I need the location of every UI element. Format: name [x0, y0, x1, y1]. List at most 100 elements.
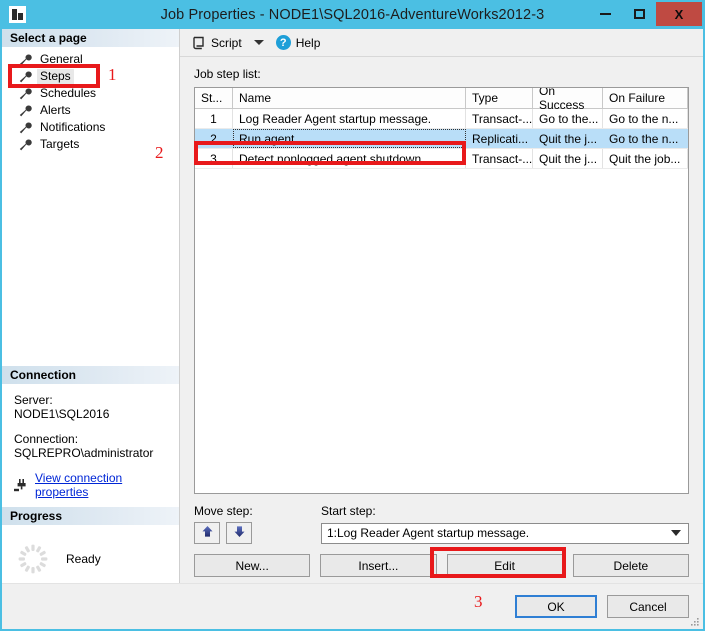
- server-value: NODE1\SQL2016: [14, 407, 110, 421]
- job-step-list[interactable]: St... Name Type On Success On Failure 1 …: [194, 87, 689, 494]
- table-row[interactable]: 1 Log Reader Agent startup message. Tran…: [195, 109, 688, 129]
- left-pane: Select a page General Steps Schedules Al…: [2, 29, 180, 583]
- sidebar-item-alerts[interactable]: Alerts: [2, 102, 179, 119]
- column-header-name[interactable]: Name: [233, 88, 466, 108]
- sidebar-item-general[interactable]: General: [2, 51, 179, 68]
- progress-header: Progress: [2, 507, 179, 525]
- control-row: 1:Log Reader Agent startup message.: [194, 522, 689, 544]
- maximize-icon: [634, 9, 645, 19]
- cell-type: Replicati...: [466, 129, 533, 148]
- chevron-down-icon[interactable]: [253, 40, 264, 45]
- view-connection-properties-link[interactable]: View connection properties: [35, 471, 169, 499]
- sidebar-item-label: Schedules: [40, 86, 97, 100]
- sidebar-item-label: Steps: [37, 69, 74, 84]
- spinner-icon: [18, 544, 48, 574]
- cell-on-failure: Go to the n...: [603, 109, 688, 128]
- sidebar-item-label: Targets: [40, 137, 80, 151]
- minimize-icon: [600, 13, 611, 15]
- sidebar-item-label: Notifications: [40, 120, 106, 134]
- server-label: Server:: [14, 393, 53, 407]
- minimize-button[interactable]: [588, 2, 622, 26]
- right-pane: Script ? Help Job step list: St... Name …: [180, 29, 703, 583]
- table-row[interactable]: 2 Run agent. Replicati... Quit the j... …: [195, 129, 688, 149]
- content-area: Job step list: St... Name Type On Succes…: [180, 57, 703, 494]
- title-bar: Job Properties - NODE1\SQL2016-Adventure…: [0, 0, 705, 29]
- cell-name: Detect nonlogged agent shutdown.: [233, 149, 466, 168]
- table-row[interactable]: 3 Detect nonlogged agent shutdown. Trans…: [195, 149, 688, 169]
- insert-button[interactable]: Insert...: [320, 554, 437, 577]
- cell-on-success: Quit the j...: [533, 129, 603, 148]
- select-page-header: Select a page: [2, 29, 179, 47]
- script-label: Script: [211, 35, 242, 50]
- help-circle-icon: ?: [275, 35, 291, 50]
- start-step-value: 1:Log Reader Agent startup message.: [327, 526, 530, 540]
- sidebar-item-schedules[interactable]: Schedules: [2, 85, 179, 102]
- view-connection-properties-row[interactable]: View connection properties: [14, 471, 169, 499]
- cell-on-failure: Go to the n...: [603, 129, 688, 148]
- help-button[interactable]: ? Help: [274, 33, 323, 52]
- grid-header: St... Name Type On Success On Failure: [195, 88, 688, 112]
- close-button[interactable]: X: [656, 2, 702, 26]
- sidebar-item-steps[interactable]: Steps: [2, 68, 179, 85]
- resize-grip-icon[interactable]: [688, 615, 700, 627]
- edit-button[interactable]: Edit: [446, 554, 563, 577]
- ok-button[interactable]: OK: [515, 595, 597, 618]
- wrench-icon: [19, 53, 32, 66]
- cell-on-failure: Quit the job...: [603, 149, 688, 168]
- cancel-button[interactable]: Cancel: [607, 595, 689, 618]
- maximize-button[interactable]: [622, 2, 656, 26]
- job-properties-window: Job Properties - NODE1\SQL2016-Adventure…: [0, 0, 705, 631]
- cell-type: Transact-...: [466, 109, 533, 128]
- new-button[interactable]: New...: [194, 554, 311, 577]
- page-list: General Steps Schedules Alerts Notificat…: [2, 47, 179, 153]
- start-step-label: Start step:: [321, 504, 376, 518]
- help-label: Help: [295, 35, 321, 50]
- script-icon: [192, 36, 206, 50]
- wrench-icon: [19, 104, 32, 117]
- connection-header: Connection: [2, 366, 179, 384]
- cell-type: Transact-...: [466, 149, 533, 168]
- progress-area: Ready: [2, 525, 179, 583]
- cell-on-success: Quit the j...: [533, 149, 603, 168]
- column-header-step[interactable]: St...: [195, 88, 233, 108]
- wrench-icon: [19, 138, 32, 151]
- move-down-button[interactable]: [226, 522, 252, 544]
- grid-rows: 1 Log Reader Agent startup message. Tran…: [195, 109, 688, 493]
- sidebar-item-label: General: [40, 52, 83, 66]
- wrench-icon: [19, 70, 32, 83]
- dialog-footer: OK Cancel: [2, 583, 703, 629]
- wrench-icon: [19, 87, 32, 100]
- step-action-buttons: New... Insert... Edit Delete: [194, 554, 689, 577]
- column-header-on-failure[interactable]: On Failure: [603, 88, 688, 108]
- cell-name: Run agent.: [233, 129, 466, 148]
- connection-value: SQLREPRO\administrator: [14, 446, 154, 460]
- caption-buttons: X: [588, 2, 702, 26]
- move-step-buttons: [194, 522, 321, 544]
- connection-label: Connection:: [14, 432, 79, 446]
- progress-status: Ready: [66, 552, 101, 566]
- column-header-on-success[interactable]: On Success: [533, 88, 603, 112]
- control-labels: Move step: Start step:: [194, 504, 689, 518]
- arrow-up-icon: [201, 525, 214, 541]
- move-up-button[interactable]: [194, 522, 220, 544]
- cell-name: Log Reader Agent startup message.: [233, 109, 466, 128]
- sidebar-item-notifications[interactable]: Notifications: [2, 119, 179, 136]
- arrow-down-icon: [233, 525, 246, 541]
- toolbar: Script ? Help: [180, 29, 703, 57]
- bottom-controls: Move step: Start step: 1:Log Reader Agen…: [180, 494, 703, 583]
- delete-button[interactable]: Delete: [572, 554, 689, 577]
- sidebar-item-targets[interactable]: Targets: [2, 136, 179, 153]
- cell-step: 3: [195, 149, 233, 168]
- move-step-label: Move step:: [194, 504, 253, 518]
- plug-icon: [14, 478, 29, 492]
- dialog-body: Select a page General Steps Schedules Al…: [2, 29, 703, 583]
- cell-step: 2: [195, 129, 233, 148]
- start-step-dropdown[interactable]: 1:Log Reader Agent startup message.: [321, 522, 689, 544]
- script-button[interactable]: Script: [190, 34, 244, 52]
- sidebar-item-label: Alerts: [40, 103, 71, 117]
- connection-info: Server: NODE1\SQL2016 Connection: SQLREP…: [2, 384, 179, 507]
- chevron-down-icon: [671, 530, 681, 536]
- cell-step: 1: [195, 109, 233, 128]
- column-header-type[interactable]: Type: [466, 88, 533, 108]
